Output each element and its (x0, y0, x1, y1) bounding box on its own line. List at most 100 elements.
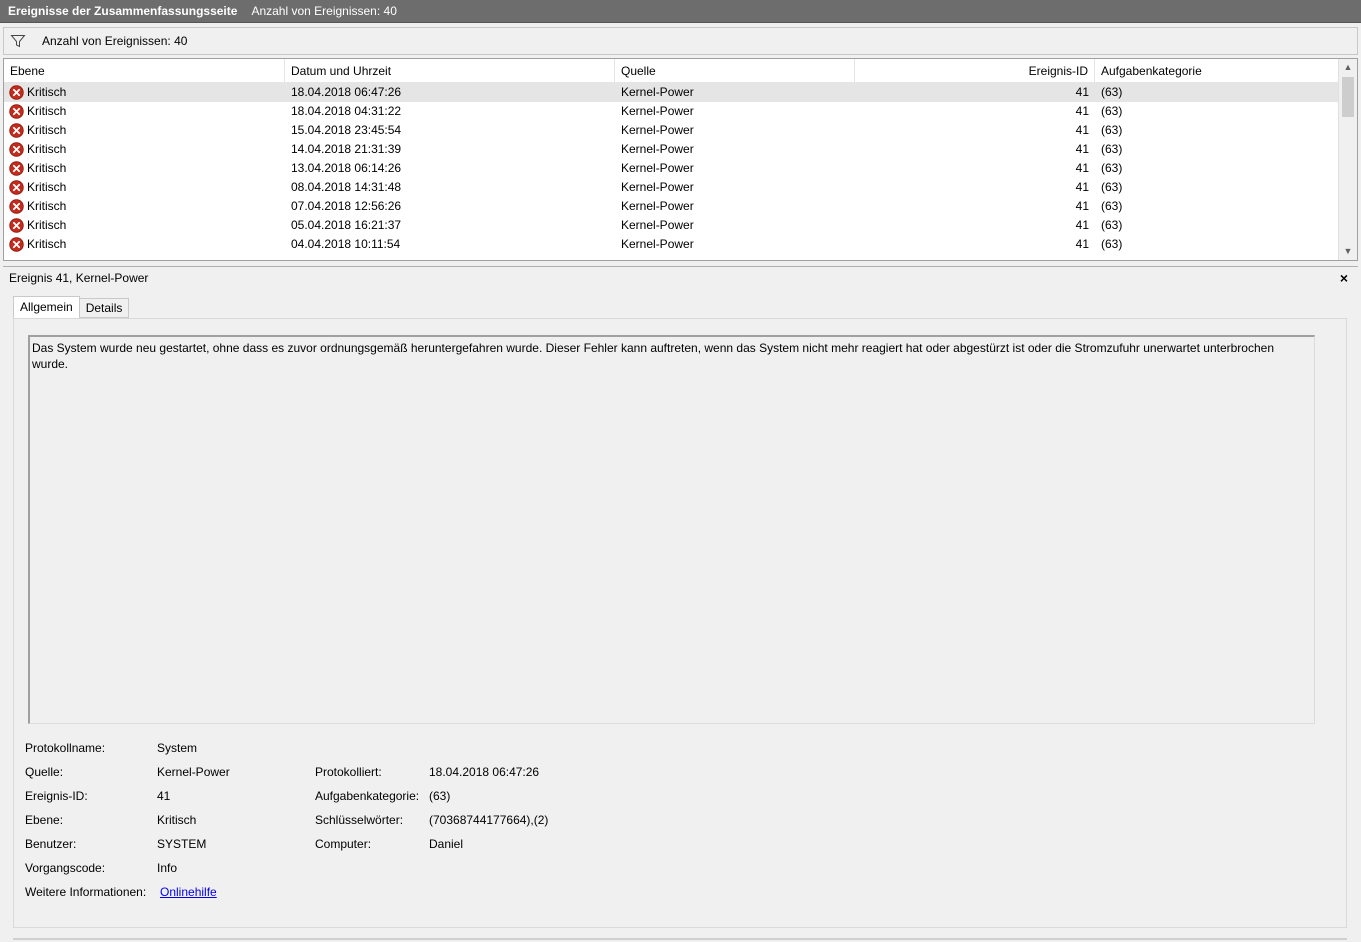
cell-event-id: 41 (1075, 161, 1089, 175)
level-label: Ebene: (25, 813, 64, 827)
table-row[interactable]: Kritisch 05.04.2018 16:21:37 Kernel-Power 4… (4, 216, 1338, 235)
logged-label: Protokolliert: (315, 765, 382, 779)
cell-task-category: (63) (1101, 218, 1123, 232)
level-text: Kritisch (27, 104, 67, 118)
column-header-event-id[interactable]: Ereignis-ID (855, 59, 1095, 83)
cell-date: 08.04.2018 14:31:48 (291, 180, 402, 194)
cell-task-category: (63) (1101, 180, 1123, 194)
cell-level: Kritisch (4, 121, 285, 140)
cell-level: Kritisch (4, 197, 285, 216)
level-text: Kritisch (27, 199, 67, 213)
scroll-down-icon[interactable]: ▼ (1339, 243, 1357, 260)
user-label: Benutzer: (25, 837, 77, 851)
keywords-label: Schlüsselwörter: (315, 813, 404, 827)
event-rows: Kritisch 18.04.2018 06:47:26 Kernel-Power 4… (4, 83, 1338, 254)
column-header-source[interactable]: Quelle (615, 59, 855, 83)
level-text: Kritisch (27, 180, 67, 194)
event-id-label: Ereignis-ID: (25, 789, 88, 803)
cell-task-category: (63) (1101, 237, 1123, 251)
keywords-value: (70368744177664),(2) (429, 813, 549, 827)
cell-source: Kernel-Power (621, 237, 694, 251)
cell-event-id: 41 (1075, 199, 1089, 213)
event-list[interactable]: Ebene Datum und Uhrzeit Quelle Ereignis-… (3, 58, 1358, 261)
column-header-level[interactable]: Ebene (4, 59, 285, 83)
critical-error-icon (9, 199, 24, 214)
cell-level: Kritisch (4, 102, 285, 121)
level-text: Kritisch (27, 142, 67, 156)
filter-event-count: Anzahl von Ereignissen: 40 (42, 34, 188, 48)
filter-bar: Anzahl von Ereignissen: 40 (3, 27, 1358, 55)
critical-error-icon (9, 161, 24, 176)
cell-level: Kritisch (4, 140, 285, 159)
cell-event-id: 41 (1075, 237, 1089, 251)
cell-date: 14.04.2018 21:31:39 (291, 142, 402, 156)
list-header: Ebene Datum und Uhrzeit Quelle Ereignis-… (4, 59, 1338, 83)
level-text: Kritisch (27, 218, 67, 232)
column-header-date[interactable]: Datum und Uhrzeit (285, 59, 615, 83)
cell-date: 15.04.2018 23:45:54 (291, 123, 402, 137)
table-row[interactable]: Kritisch 13.04.2018 06:14:26 Kernel-Power 4… (4, 159, 1338, 178)
column-header-task-category[interactable]: Aufgabenkategorie (1095, 59, 1338, 83)
cell-event-id: 41 (1075, 123, 1089, 137)
logged-value: 18.04.2018 06:47:26 (429, 765, 540, 779)
task-category-label: Aufgabenkategorie: (315, 789, 420, 803)
table-row[interactable]: Kritisch 18.04.2018 06:47:26 Kernel-Power 4… (4, 83, 1338, 102)
cell-event-id: 41 (1075, 218, 1089, 232)
cell-task-category: (63) (1101, 161, 1123, 175)
table-row[interactable]: Kritisch 14.04.2018 21:31:39 Kernel-Power 4… (4, 140, 1338, 159)
cell-task-category: (63) (1101, 142, 1123, 156)
user-value: SYSTEM (157, 837, 207, 851)
table-row[interactable]: Kritisch 15.04.2018 23:45:54 Kernel-Power 4… (4, 121, 1338, 140)
cell-event-id: 41 (1075, 85, 1089, 99)
cell-source: Kernel-Power (621, 161, 694, 175)
log-name-value: System (157, 741, 198, 755)
task-category-value: (63) (429, 789, 451, 803)
cell-event-id: 41 (1075, 142, 1089, 156)
cell-level: Kritisch (4, 216, 285, 235)
opcode-label: Vorgangscode: (25, 861, 106, 875)
scroll-up-icon[interactable]: ▲ (1339, 59, 1357, 76)
detail-header: Ereignis 41, Kernel-Power × (3, 266, 1358, 288)
detail-title: Ereignis 41, Kernel-Power (9, 270, 149, 285)
window-title: Ereignisse der Zusammenfassungsseite (8, 4, 238, 18)
vertical-scrollbar[interactable]: ▲ ▼ (1338, 59, 1357, 260)
computer-value: Daniel (429, 837, 464, 851)
source-label: Quelle: (25, 765, 64, 779)
cell-date: 13.04.2018 06:14:26 (291, 161, 402, 175)
cell-source: Kernel-Power (621, 199, 694, 213)
critical-error-icon (9, 104, 24, 119)
source-value: Kernel-Power (157, 765, 230, 779)
scroll-thumb[interactable] (1342, 77, 1354, 117)
critical-error-icon (9, 85, 24, 100)
cell-task-category: (63) (1101, 104, 1123, 118)
tab-panel-general: Das System wurde neu gestartet, ohne das… (13, 318, 1347, 928)
table-row[interactable]: Kritisch 07.04.2018 12:56:26 Kernel-Power 4… (4, 197, 1338, 216)
tab-details[interactable]: Details (78, 298, 130, 318)
level-text: Kritisch (27, 237, 67, 251)
critical-error-icon (9, 180, 24, 195)
table-row[interactable]: Kritisch 04.04.2018 10:11:54 Kernel-Power 4… (4, 235, 1338, 254)
level-text: Kritisch (27, 123, 67, 137)
level-text: Kritisch (27, 85, 67, 99)
event-description[interactable]: Das System wurde neu gestartet, ohne das… (28, 335, 1315, 724)
critical-error-icon (9, 142, 24, 157)
cell-source: Kernel-Power (621, 123, 694, 137)
cell-event-id: 41 (1075, 180, 1089, 194)
critical-error-icon (9, 237, 24, 252)
cell-source: Kernel-Power (621, 218, 694, 232)
cell-level: Kritisch (4, 178, 285, 197)
online-help-link[interactable]: Onlinehilfe (160, 884, 217, 900)
tab-general[interactable]: Allgemein (13, 296, 80, 319)
event-id-value: 41 (157, 789, 171, 803)
cell-date: 04.04.2018 10:11:54 (291, 237, 401, 251)
cell-event-id: 41 (1075, 104, 1089, 118)
filter-icon[interactable] (10, 33, 26, 49)
table-row[interactable]: Kritisch 18.04.2018 04:31:22 Kernel-Power 4… (4, 102, 1338, 121)
level-text: Kritisch (27, 161, 67, 175)
cell-source: Kernel-Power (621, 85, 694, 99)
cell-task-category: (63) (1101, 199, 1123, 213)
table-row[interactable]: Kritisch 08.04.2018 14:31:48 Kernel-Power 4… (4, 178, 1338, 197)
computer-label: Computer: (315, 837, 372, 851)
cell-source: Kernel-Power (621, 142, 694, 156)
close-icon[interactable]: × (1340, 269, 1348, 287)
